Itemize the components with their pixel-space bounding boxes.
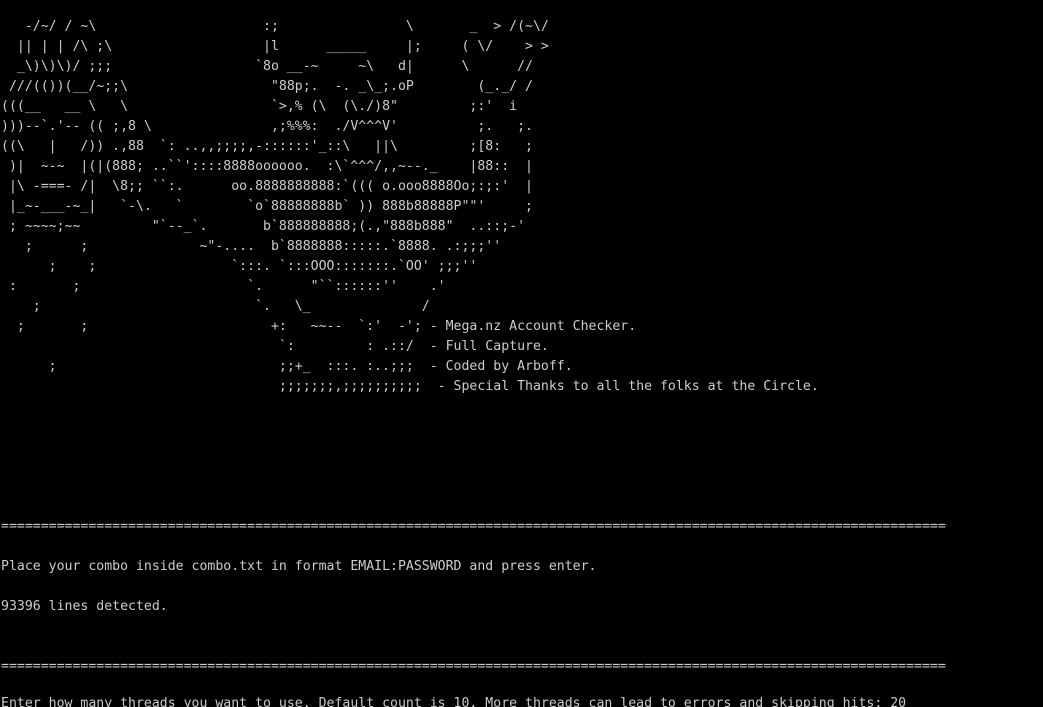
combo-prompt-text: Place your combo inside combo.txt in for…	[1, 559, 597, 574]
threads-prompt-input-line[interactable]: Enter how many threads you want to use. …	[1, 694, 906, 707]
ascii-art-line: || | | /\ ;\ |l _____ |; ( \/ > >	[1, 39, 549, 54]
ascii-art-line: |_~-___-~_| `-\. ` `o`88888888b` )) 888b…	[1, 199, 533, 214]
ascii-art-line: ; ;;+_ :::. :..;;; - Coded by Arboff.	[1, 359, 573, 374]
ascii-art-line: )| ~-~ |(|(888; ..``'::::8888oooooo. :\`…	[1, 159, 533, 174]
ascii-art-line: ((\ | /)) .,88 `: ..,,;;;;,-::::::'_::\ …	[1, 139, 533, 154]
ascii-art-line: ; ; ~"-.... b`8888888:::::.`8888. .:;;;'…	[1, 239, 502, 254]
ascii-art-line: _\)\)\)/ ;;; `8o __-~ ~\ d| \ //	[1, 59, 533, 74]
ascii-art-line: -/~/ / ~\ :; \ _ > /(~\/	[1, 19, 549, 34]
ascii-art-line: ; ; +: ~~-- `:' -'; - Mega.nz Account Ch…	[1, 319, 637, 334]
ascii-art-line: ; ; `:::. `:::OOO:::::::.`OO' ;;;''	[1, 259, 478, 274]
ascii-art-line: : ; `. "``::::::'' .'	[1, 279, 446, 294]
ascii-art-line: ; `. \_ /	[1, 299, 430, 314]
separator-line: ========================================…	[1, 519, 946, 534]
ascii-art-line: `: : .::/ - Full Capture.	[1, 339, 549, 354]
ascii-art-line: (((__ __ \ \ `>,% (\ (\./)8" ;:' i	[1, 99, 518, 114]
ascii-art-line: )))--`.'-- (( ;,8 \ ,;%%%: ./V^^^V' ;. ;…	[1, 119, 533, 134]
lines-detected-text: 93396 lines detected.	[1, 599, 168, 614]
ascii-art-line: |\ -===- /| \8;; ``:. oo.8888888888:`(((…	[1, 179, 533, 194]
separator-line: ========================================…	[1, 659, 946, 674]
ascii-art-line: ;;;;;;;,;;;;;;;;;; - Special Thanks to a…	[1, 379, 819, 394]
ascii-art-line: ; ~~~~;~~ "`--_`. b`888888888;(.,"888b88…	[1, 219, 526, 234]
console-window[interactable]: -/~/ / ~\ :; \ _ > /(~\/ || | | /\ ;\ |l…	[1, 0, 1041, 707]
ascii-art-line: ///(())(__/~;;\ "88p;. -. _\_;.oP (_._/ …	[1, 79, 533, 94]
